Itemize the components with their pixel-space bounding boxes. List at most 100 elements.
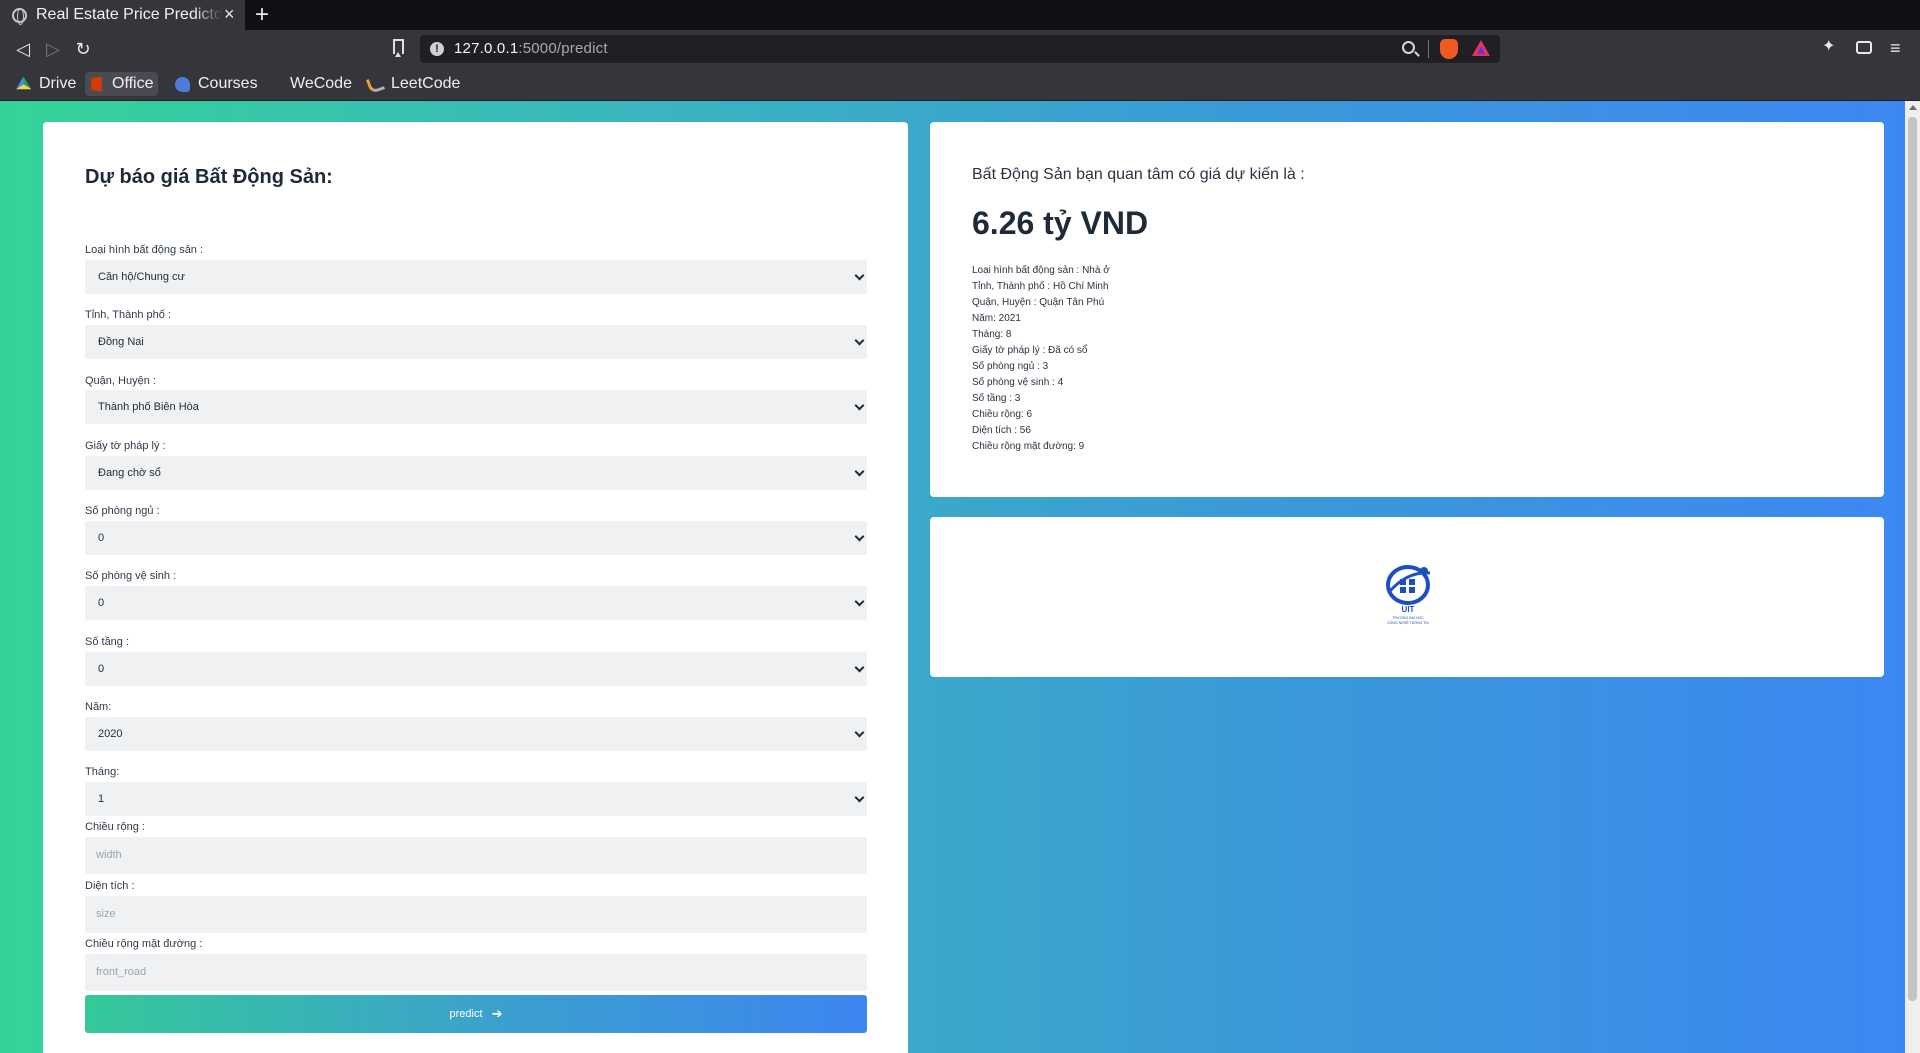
bookmark-courses[interactable]: Courses: [171, 72, 262, 96]
forward-icon[interactable]: ▷: [42, 38, 64, 60]
url-host: 127.0.0.1: [454, 40, 519, 57]
select-value: Đồng Nai: [98, 336, 144, 348]
bookmark-label: LeetCode: [391, 75, 461, 92]
url-separator: [1428, 40, 1429, 58]
wallet-icon[interactable]: [1856, 41, 1872, 54]
page-scrollbar[interactable]: [1905, 101, 1920, 1053]
chevron-down-icon: [854, 662, 865, 673]
detail-line: Số phòng vệ sinh : 4: [972, 377, 1064, 388]
logo-subtext: TRƯỜNG ĐẠI HỌC: [1392, 615, 1424, 620]
reload-icon[interactable]: ↻: [72, 38, 94, 60]
property-type-label: Loại hình bất động sản :: [85, 244, 204, 256]
province-label: Tỉnh, Thành phố :: [85, 309, 172, 321]
month-label: Tháng:: [85, 766, 120, 778]
detail-line: Số phòng ngủ : 3: [972, 361, 1049, 372]
front-road-label: Chiều rộng mặt đường :: [85, 938, 203, 950]
district-label: Quận, Huyện :: [85, 375, 156, 387]
bookmark-drive[interactable]: Drive: [12, 72, 80, 96]
logo-card: UIT TRƯỜNG ĐẠI HỌC CÔNG NGHỆ THÔNG TIN: [930, 517, 1884, 677]
bookmark-icon[interactable]: [393, 39, 404, 57]
chevron-down-icon: [854, 466, 865, 477]
province-select[interactable]: Đồng Nai: [85, 325, 867, 359]
bedrooms-label: Số phòng ngủ :: [85, 505, 160, 517]
page-body: Dự báo giá Bất Động Sản: Loại hình bất đ…: [0, 101, 1905, 1053]
chevron-down-icon: [854, 335, 865, 346]
drive-icon: [16, 76, 31, 90]
tab-title: Real Estate Price Predictor: [36, 6, 222, 23]
front-road-input[interactable]: front_road: [85, 954, 867, 991]
legal-docs-label: Giấy tờ pháp lý :: [85, 440, 166, 452]
logo-text: UIT: [1402, 605, 1415, 614]
select-value: 2020: [98, 728, 123, 740]
bookmark-leetcode[interactable]: LeetCode: [364, 72, 464, 96]
form-title: Dự báo giá Bất Động Sản:: [85, 166, 333, 188]
area-input[interactable]: size: [85, 896, 867, 933]
chevron-down-icon: [854, 531, 865, 542]
result-card: Bất Động Sản bạn quan tâm có giá dự kiến…: [930, 122, 1884, 497]
floors-select[interactable]: 0: [85, 652, 867, 686]
predict-button-label: predict: [449, 1008, 483, 1020]
select-value: 1: [98, 793, 105, 805]
chevron-down-icon: [854, 596, 865, 607]
detail-line: Quận, Huyện : Quận Tân Phú: [972, 297, 1105, 308]
bookmark-label: Courses: [198, 75, 258, 92]
predicted-price: 6.26 tỷ VND: [972, 205, 1149, 241]
result-heading: Bất Động Sản bạn quan tâm có giá dự kiến…: [972, 166, 1305, 183]
logo-subtext: CÔNG NGHỆ THÔNG TIN: [1387, 620, 1429, 625]
bookmark-label: Office: [112, 75, 154, 92]
width-input[interactable]: width: [85, 837, 867, 874]
close-tab-icon[interactable]: ×: [224, 4, 235, 24]
select-value: Căn hộ/Chung cư: [98, 271, 185, 283]
brave-shields-icon[interactable]: [1440, 39, 1458, 59]
scrollbar-thumb[interactable]: [1908, 117, 1917, 1001]
uit-logo: UIT TRƯỜNG ĐẠI HỌC CÔNG NGHỆ THÔNG TIN: [1386, 565, 1431, 625]
year-label: Năm:: [85, 701, 112, 713]
select-value: 0: [98, 532, 105, 544]
url-text[interactable]: 127.0.0.1:5000/predict: [454, 40, 608, 57]
back-icon[interactable]: ◁: [12, 38, 34, 60]
zoom-icon[interactable]: [1402, 41, 1415, 54]
select-value: 0: [98, 663, 105, 675]
chevron-down-icon: [854, 727, 865, 738]
menu-icon[interactable]: ≡: [1890, 38, 1901, 58]
area-label: Diện tích :: [85, 880, 135, 892]
office-icon: [91, 76, 102, 92]
bookmark-wecode[interactable]: WeCode: [286, 72, 356, 96]
year-select[interactable]: 2020: [85, 717, 867, 751]
globe-icon: [12, 7, 27, 25]
property-type-select[interactable]: Căn hộ/Chung cư: [85, 260, 867, 294]
width-label: Chiều rộng :: [85, 821, 145, 833]
browser-tab[interactable]: Real Estate Price Predictor ×: [0, 0, 245, 30]
tab-strip: Real Estate Price Predictor × +: [0, 0, 1920, 30]
brave-rewards-icon[interactable]: [1472, 40, 1490, 56]
scroll-up-icon[interactable]: [1909, 105, 1917, 110]
bookmarks-bar: Drive Office Courses WeCode LeetCode: [0, 67, 1920, 101]
detail-line: Diện tích : 56: [972, 425, 1031, 436]
new-tab-button[interactable]: +: [255, 2, 269, 28]
month-select[interactable]: 1: [85, 782, 867, 816]
browser-toolbar: ◁ ▷ ↻ ! 127.0.0.1:5000/predict ✦ ≡: [0, 30, 1920, 67]
bookmark-office[interactable]: Office: [85, 72, 158, 96]
detail-line: Tháng: 8: [972, 329, 1012, 340]
chevron-down-icon: [854, 400, 865, 411]
result-details: Loại hình bất động sản : Nhà ở Tỉnh, Thà…: [972, 263, 1110, 455]
chevron-down-icon: [854, 270, 865, 281]
select-value: Thành phố Biên Hòa: [98, 401, 199, 413]
site-info-icon[interactable]: !: [430, 42, 444, 56]
predict-button[interactable]: predict ➔: [85, 995, 867, 1033]
district-select[interactable]: Thành phố Biên Hòa: [85, 390, 867, 424]
detail-line: Số tầng : 3: [972, 393, 1021, 404]
bookmark-label: WeCode: [290, 75, 352, 92]
detail-line: Năm: 2021: [972, 313, 1021, 324]
courses-icon: [175, 76, 190, 92]
detail-line: Chiều rộng: 6: [972, 409, 1033, 420]
arrow-right-icon: ➔: [491, 1006, 503, 1021]
legal-docs-select[interactable]: Đang chờ sổ: [85, 456, 867, 490]
extensions-icon[interactable]: ✦: [1822, 39, 1838, 55]
detail-line: Giấy tờ pháp lý : Đã có sổ: [972, 345, 1088, 356]
bedrooms-select[interactable]: 0: [85, 521, 867, 555]
select-value: 0: [98, 597, 105, 609]
address-bar[interactable]: ! 127.0.0.1:5000/predict: [420, 35, 1500, 63]
bathrooms-select[interactable]: 0: [85, 586, 867, 620]
leetcode-icon: [365, 74, 386, 94]
